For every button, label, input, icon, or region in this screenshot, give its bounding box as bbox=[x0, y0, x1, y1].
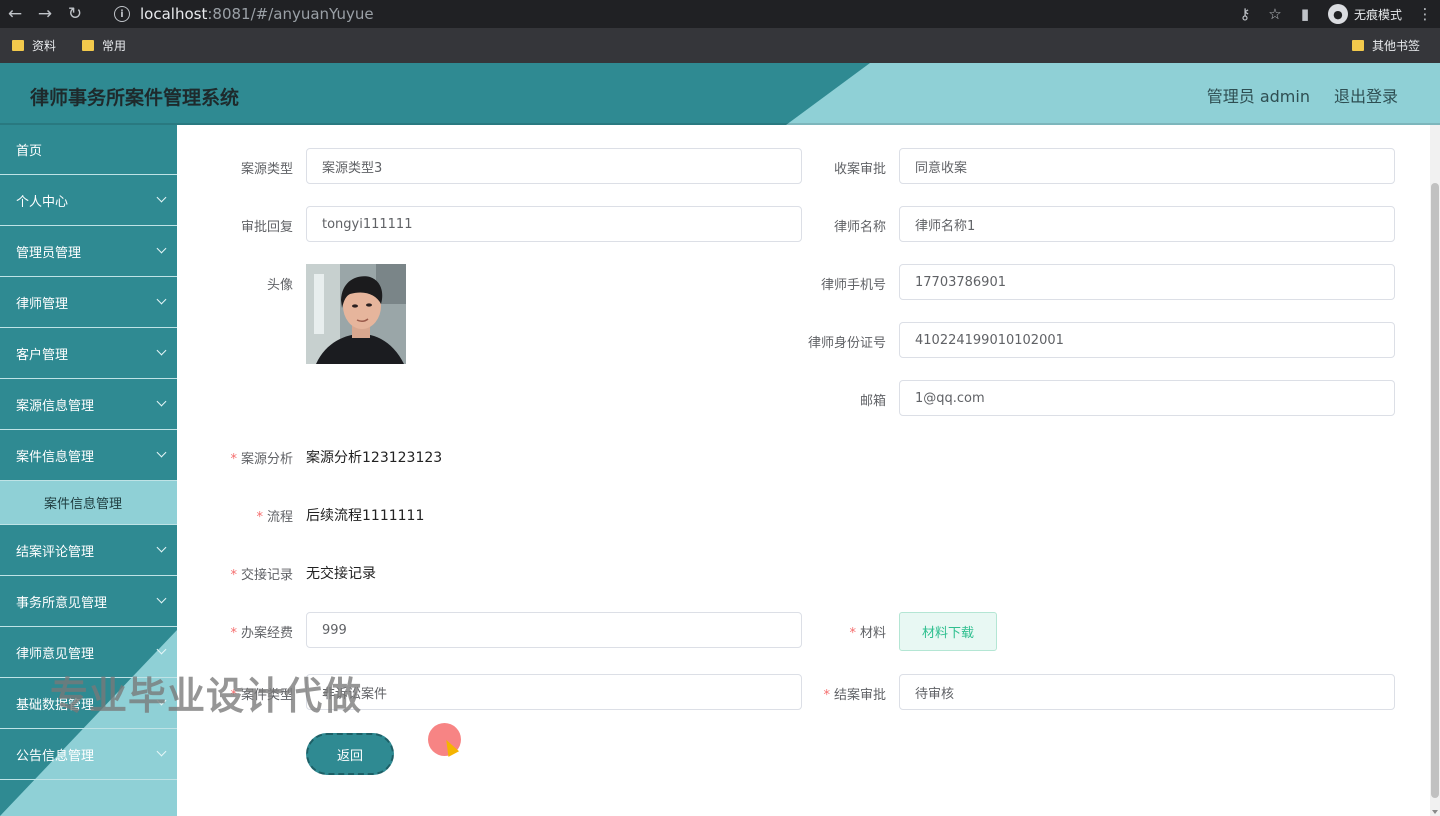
bookmark-label: 其他书签 bbox=[1371, 39, 1420, 53]
address-bar[interactable]: i localhost:8081/#/anyuanYuyue bbox=[104, 0, 374, 28]
approval-reply-label: 审批回复 bbox=[240, 220, 293, 235]
sidebar-item-case-info[interactable]: 案件信息管理 bbox=[0, 430, 177, 481]
incognito-indicator[interactable]: ● 无痕模式 bbox=[1327, 4, 1402, 24]
incognito-label: 无痕模式 bbox=[1353, 7, 1402, 22]
close-approval-label: * 结案审批 bbox=[823, 688, 886, 703]
sidebar-item-announcements[interactable]: 公告信息管理 bbox=[0, 729, 177, 780]
sidebar-item-label: 事务所意见管理 bbox=[16, 595, 108, 611]
back-arrow-icon[interactable]: ← bbox=[0, 0, 30, 28]
info-icon[interactable]: i bbox=[114, 6, 130, 22]
approval-reply-field[interactable]: tongyi111111 bbox=[306, 206, 802, 242]
material-download-button[interactable]: 材料下载 bbox=[899, 612, 997, 651]
sidebar-item-label: 结案评论管理 bbox=[16, 544, 95, 560]
lawyer-id-field[interactable]: 410224199010102001 bbox=[899, 322, 1395, 358]
chevron-down-icon bbox=[156, 294, 167, 305]
case-type-field[interactable]: 非诉讼案件 bbox=[306, 674, 802, 710]
analysis-value: 案源分析123123123 bbox=[306, 450, 443, 466]
accept-approval-field[interactable]: 同意收案 bbox=[899, 148, 1395, 184]
chevron-down-icon bbox=[156, 447, 167, 458]
chevron-down-icon bbox=[156, 746, 167, 757]
incognito-icon: ● bbox=[1327, 4, 1348, 24]
bookmark-folder[interactable]: 常用 bbox=[82, 37, 126, 54]
chevron-down-icon bbox=[156, 396, 167, 407]
sidebar-item-label: 管理员管理 bbox=[16, 245, 82, 261]
sidebar-item-label: 个人中心 bbox=[16, 194, 69, 210]
sidebar-item-closing-comments[interactable]: 结案评论管理 bbox=[0, 525, 177, 576]
avatar-image bbox=[306, 264, 406, 364]
browser-toolbar: ← → ↻ i localhost:8081/#/anyuanYuyue ⚷ ☆… bbox=[0, 0, 1440, 28]
handover-value: 无交接记录 bbox=[306, 566, 376, 582]
bookmark-label: 常用 bbox=[102, 39, 127, 53]
case-source-type-field[interactable]: 案源类型3 bbox=[306, 148, 802, 184]
key-icon[interactable]: ⚷ bbox=[1230, 0, 1260, 28]
sidebar-item-label: 公告信息管理 bbox=[16, 748, 95, 764]
logout-link[interactable]: 退出登录 bbox=[1334, 83, 1398, 107]
sidebar-item-label: 律师意见管理 bbox=[16, 646, 95, 662]
sidebar-item-label: 首页 bbox=[16, 144, 43, 159]
sidebar-item-label: 客户管理 bbox=[16, 347, 69, 363]
lawyer-name-label: 律师名称 bbox=[833, 220, 886, 235]
accept-approval-label: 收案审批 bbox=[833, 162, 886, 177]
bookmarks-bar: 资料 常用 其他书签 bbox=[0, 28, 1440, 63]
sidebar-item-customer[interactable]: 客户管理 bbox=[0, 328, 177, 379]
forward-arrow-icon[interactable]: → bbox=[30, 0, 60, 28]
watermark-text: 专业毕业设计代做 bbox=[50, 674, 363, 718]
sidebar-item-personal-center[interactable]: 个人中心 bbox=[0, 175, 177, 226]
lawyer-id-label: 律师身份证号 bbox=[807, 336, 886, 351]
analysis-label: * 案源分析 bbox=[230, 452, 293, 467]
fee-field[interactable]: 999 bbox=[306, 612, 802, 648]
sidebar-item-home[interactable]: 首页 bbox=[0, 125, 177, 175]
avatar-label: 头像 bbox=[266, 278, 293, 293]
reload-icon[interactable]: ↻ bbox=[60, 0, 90, 28]
page-scrollbar[interactable] bbox=[1430, 125, 1440, 816]
scrollbar-thumb[interactable] bbox=[1431, 183, 1439, 798]
sidebar-item-label: 案源信息管理 bbox=[16, 398, 95, 414]
more-menu-icon[interactable]: ⋮ bbox=[1410, 0, 1440, 28]
sidebar-item-label: 案件信息管理 bbox=[16, 449, 95, 465]
chevron-down-icon bbox=[156, 542, 167, 553]
lawyer-phone-field[interactable]: 17703786901 bbox=[899, 264, 1395, 300]
process-value: 后续流程1111111 bbox=[306, 508, 425, 524]
folder-icon bbox=[12, 40, 24, 51]
close-approval-field[interactable]: 待审核 bbox=[899, 674, 1395, 710]
detail-form: 案源类型 案源类型3 收案审批 同意收案 审批回复 tongyi111111 律… bbox=[177, 125, 1440, 816]
chevron-down-icon bbox=[156, 345, 167, 356]
user-area: 管理员 admin 退出登录 bbox=[1183, 83, 1398, 107]
folder-icon bbox=[1351, 40, 1364, 51]
other-bookmarks[interactable]: 其他书签 bbox=[1351, 37, 1420, 54]
app-title: 律师事务所案件管理系统 bbox=[30, 87, 240, 109]
scroll-down-icon[interactable] bbox=[1432, 810, 1438, 814]
lawyer-name-field[interactable]: 律师名称1 bbox=[899, 206, 1395, 242]
sidebar-item-case-source[interactable]: 案源信息管理 bbox=[0, 379, 177, 430]
url-text[interactable]: localhost:8081/#/anyuanYuyue bbox=[140, 5, 374, 23]
chevron-down-icon bbox=[156, 593, 167, 604]
app-header: 律师事务所案件管理系统 管理员 admin 退出登录 bbox=[0, 63, 1440, 125]
lawyer-phone-label: 律师手机号 bbox=[820, 278, 886, 293]
sidebar-subitem-case-info[interactable]: 案件信息管理 bbox=[0, 481, 177, 525]
chevron-down-icon bbox=[156, 644, 167, 655]
user-name: 管理员 admin bbox=[1206, 87, 1310, 106]
back-button[interactable]: 返回 bbox=[306, 733, 394, 775]
chevron-down-icon bbox=[156, 243, 167, 254]
case-source-type-label: 案源类型 bbox=[240, 162, 293, 177]
sidepanel-icon[interactable]: ▮ bbox=[1290, 0, 1320, 28]
handover-label: * 交接记录 bbox=[230, 568, 293, 583]
sidebar-item-label: 律师管理 bbox=[16, 296, 69, 312]
star-icon[interactable]: ☆ bbox=[1260, 0, 1290, 28]
sidebar-item-firm-opinions[interactable]: 事务所意见管理 bbox=[0, 576, 177, 627]
bookmark-folder[interactable]: 资料 bbox=[12, 37, 56, 54]
sidebar-item-admin[interactable]: 管理员管理 bbox=[0, 226, 177, 277]
sidebar-subitem-label: 案件信息管理 bbox=[44, 497, 123, 512]
folder-icon bbox=[82, 40, 95, 51]
bookmark-label: 资料 bbox=[32, 39, 57, 53]
fee-label: * 办案经费 bbox=[230, 626, 293, 641]
email-field[interactable]: 1@qq.com bbox=[899, 380, 1395, 416]
chevron-down-icon bbox=[156, 192, 167, 203]
process-label: * 流程 bbox=[256, 510, 293, 525]
email-label: 邮箱 bbox=[859, 394, 886, 409]
sidebar-item-lawyer[interactable]: 律师管理 bbox=[0, 277, 177, 328]
material-label: * 材料 bbox=[849, 626, 886, 641]
